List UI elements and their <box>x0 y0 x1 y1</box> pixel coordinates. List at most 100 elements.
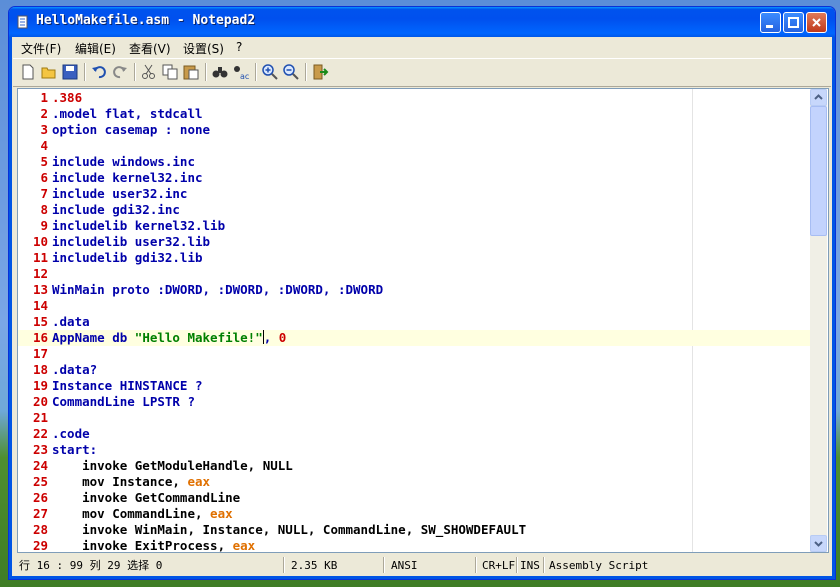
code-token: .code <box>52 426 90 441</box>
line-number: 3 <box>40 122 48 137</box>
status-line-ending[interactable]: CR+LF <box>482 558 515 573</box>
line-number: 17 <box>32 346 48 361</box>
redo-icon[interactable] <box>111 63 129 81</box>
title-bar[interactable]: HelloMakefile.asm - Notepad2 <box>9 7 835 37</box>
code-line[interactable]: 23 start: <box>18 442 810 458</box>
line-number: 2 <box>40 106 48 121</box>
menu-file[interactable]: 文件(F) <box>21 40 61 57</box>
toolbar-separator <box>255 63 257 81</box>
code-token: .data <box>52 314 90 329</box>
line-text: .model flat, stdcall <box>52 106 203 122</box>
menu-edit[interactable]: 编辑(E) <box>75 40 116 57</box>
code-line[interactable]: 16 AppName db "Hello Makefile!", 0 <box>18 330 810 346</box>
code-token: .model flat, stdcall <box>52 106 203 121</box>
line-text: includelib kernel32.lib <box>52 218 225 234</box>
menu-settings[interactable]: 设置(S) <box>183 40 224 57</box>
code-token: includelib user32.lib <box>52 234 211 249</box>
copy-icon[interactable] <box>161 63 179 81</box>
code-line[interactable]: 13 WinMain proto :DWORD, :DWORD, :DWORD, … <box>18 282 810 298</box>
save-icon[interactable] <box>61 63 79 81</box>
line-number: 8 <box>40 202 48 217</box>
line-text: .386 <box>52 90 82 106</box>
code-line[interactable]: 20 CommandLine LPSTR ? <box>18 394 810 410</box>
new-file-icon[interactable] <box>19 63 37 81</box>
zoom-in-icon[interactable] <box>261 63 279 81</box>
code-line[interactable]: 14 <box>18 298 810 314</box>
code-token: invoke GetCommandLine <box>52 490 241 505</box>
line-number: 21 <box>32 410 48 425</box>
maximize-button[interactable] <box>783 12 804 33</box>
toolbar-separator <box>84 63 86 81</box>
svg-text:ac: ac <box>240 72 249 81</box>
undo-icon[interactable] <box>90 63 108 81</box>
notepad-app-icon <box>17 15 28 29</box>
code-line[interactable]: 8 include gdi32.inc <box>18 202 810 218</box>
line-text: WinMain proto :DWORD, :DWORD, :DWORD, :D… <box>52 282 383 298</box>
code-editor[interactable]: 1 .386 2 .model flat, stdcall 3 option casema… <box>17 88 829 553</box>
line-number: 9 <box>40 218 48 233</box>
notepad2-window: HelloMakefile.asm - Notepad2 文件(F) 编辑(E)… <box>8 6 836 580</box>
code-line[interactable]: 25 mov Instance, eax <box>18 474 810 490</box>
line-text: start: <box>52 442 97 458</box>
status-scheme[interactable]: Assembly Script <box>549 558 648 573</box>
code-line[interactable]: 11 includelib gdi32.lib <box>18 250 810 266</box>
toolbar-separator <box>305 63 307 81</box>
code-line[interactable]: 29 invoke ExitProcess, eax <box>18 538 810 553</box>
line-number: 6 <box>40 170 48 185</box>
code-token: include user32.inc <box>52 186 188 201</box>
line-number: 19 <box>32 378 48 393</box>
code-token: eax <box>232 538 256 553</box>
line-text: AppName db "Hello Makefile!", 0 <box>52 330 286 346</box>
code-line[interactable]: 17 <box>18 346 810 362</box>
code-line[interactable]: 22 .code <box>18 426 810 442</box>
code-line[interactable]: 3 option casemap : none <box>18 122 810 138</box>
replace-icon[interactable]: ac <box>232 63 250 81</box>
code-line[interactable]: 2 .model flat, stdcall <box>18 106 810 122</box>
code-token: eax <box>210 506 233 521</box>
cut-icon[interactable] <box>140 63 158 81</box>
code-line[interactable]: 5 include windows.inc <box>18 154 810 170</box>
code-line[interactable]: 9 includelib kernel32.lib <box>18 218 810 234</box>
scroll-thumb[interactable] <box>810 106 827 236</box>
exit-icon[interactable] <box>311 63 329 81</box>
code-line[interactable]: 28 invoke WinMain, Instance, NULL, Comma… <box>18 522 810 538</box>
menu-view[interactable]: 查看(V) <box>129 40 171 57</box>
line-number: 23 <box>32 442 48 457</box>
paste-icon[interactable] <box>182 63 200 81</box>
code-line[interactable]: 19 Instance HINSTANCE ? <box>18 378 810 394</box>
find-icon[interactable] <box>211 63 229 81</box>
toolbar-separator <box>205 63 207 81</box>
code-line[interactable]: 15 .data <box>18 314 810 330</box>
code-token: 0 <box>278 330 287 345</box>
code-token: include gdi32.inc <box>52 202 180 217</box>
status-ins-mode[interactable]: INS <box>520 558 540 573</box>
code-line[interactable]: 4 <box>18 138 810 154</box>
code-line[interactable]: 18 .data? <box>18 362 810 378</box>
line-text: include kernel32.inc <box>52 170 203 186</box>
close-button[interactable] <box>806 12 827 33</box>
open-folder-icon[interactable] <box>40 63 58 81</box>
code-line[interactable]: 10 includelib user32.lib <box>18 234 810 250</box>
line-number: 13 <box>32 282 48 297</box>
line-text: include user32.inc <box>52 186 187 202</box>
status-file-size: 2.35 KB <box>291 559 338 572</box>
scroll-up-button[interactable] <box>810 89 827 106</box>
line-number: 25 <box>32 474 48 489</box>
status-divider <box>283 557 285 573</box>
code-line[interactable]: 27 mov CommandLine, eax <box>18 506 810 522</box>
code-line[interactable]: 1 .386 <box>18 90 810 106</box>
code-line[interactable]: 7 include user32.inc <box>18 186 810 202</box>
code-line[interactable]: 21 <box>18 410 810 426</box>
code-line[interactable]: 26 invoke GetCommandLine <box>18 490 810 506</box>
minimize-button[interactable] <box>760 12 781 33</box>
vertical-scrollbar[interactable] <box>810 89 827 552</box>
line-number: 27 <box>32 506 48 521</box>
line-text: .code <box>52 426 90 442</box>
scroll-down-button[interactable] <box>810 535 827 552</box>
code-line[interactable]: 6 include kernel32.inc <box>18 170 810 186</box>
zoom-out-icon[interactable] <box>282 63 300 81</box>
code-line[interactable]: 24 invoke GetModuleHandle, NULL <box>18 458 810 474</box>
code-line[interactable]: 12 <box>18 266 810 282</box>
status-encoding[interactable]: ANSI <box>391 558 418 573</box>
menu-help[interactable]: ? <box>236 40 242 54</box>
